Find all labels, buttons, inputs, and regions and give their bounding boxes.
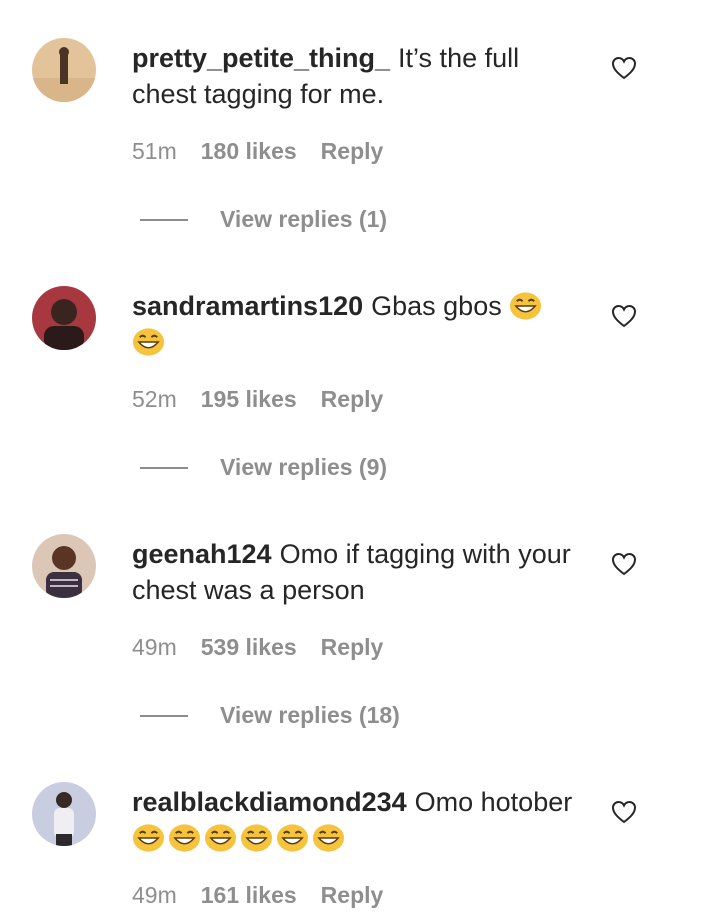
comment-time: 52m <box>132 386 177 412</box>
comment-meta: 49m 539 likes Reply <box>132 634 383 661</box>
avatar[interactable] <box>32 38 96 102</box>
avatar[interactable] <box>32 534 96 598</box>
divider-line <box>140 714 188 717</box>
grinning-face-icon <box>312 824 345 852</box>
comment-meta: 49m 161 likes Reply <box>132 882 383 909</box>
comment-username[interactable]: geenah124 <box>132 539 272 569</box>
view-replies-label: View replies (9) <box>220 454 388 480</box>
divider-line <box>140 218 188 221</box>
emoji-row <box>509 291 542 321</box>
grinning-face-icon <box>276 824 309 852</box>
heart-icon[interactable] <box>611 56 637 80</box>
grinning-face-icon <box>204 824 237 852</box>
grinning-face-icon <box>240 824 273 852</box>
divider-line <box>140 466 188 469</box>
comment-time: 49m <box>132 634 177 660</box>
comment-meta: 51m 180 likes Reply <box>132 138 383 165</box>
reply-button[interactable]: Reply <box>321 386 384 413</box>
grinning-face-icon <box>168 824 201 852</box>
likes-count[interactable]: 195 likes <box>201 386 297 413</box>
comment-time: 49m <box>132 882 177 908</box>
likes-count[interactable]: 180 likes <box>201 138 297 165</box>
comment-text: pretty_petite_thing_ It’s the full chest … <box>132 40 582 112</box>
comment-username[interactable]: pretty_petite_thing_ <box>132 43 390 73</box>
avatar[interactable] <box>32 782 96 846</box>
likes-count[interactable]: 161 likes <box>201 882 297 909</box>
view-replies-button[interactable]: View replies (1) <box>140 206 387 233</box>
view-replies-button[interactable]: View replies (18) <box>140 702 400 729</box>
emoji-row <box>132 327 165 357</box>
heart-icon[interactable] <box>611 552 637 576</box>
comment-text: sandramartins120 Gbas gbos <box>132 288 582 360</box>
comment-text: geenah124 Omo if tagging with your chest … <box>132 536 582 608</box>
comment-body: Omo hotober <box>414 787 573 817</box>
comment-username[interactable]: realblackdiamond234 <box>132 787 407 817</box>
emoji-row <box>132 823 345 853</box>
view-replies-label: View replies (1) <box>220 206 388 232</box>
likes-count[interactable]: 539 likes <box>201 634 297 661</box>
comment-time: 51m <box>132 138 177 164</box>
reply-button[interactable]: Reply <box>321 634 384 661</box>
heart-icon[interactable] <box>611 304 637 328</box>
grinning-face-icon <box>132 328 165 356</box>
grinning-face-icon <box>510 292 542 320</box>
grinning-face-icon <box>132 824 165 852</box>
avatar[interactable] <box>32 286 96 350</box>
comment-text: realblackdiamond234 Omo hotober <box>132 784 582 856</box>
view-replies-button[interactable]: View replies (9) <box>140 454 387 481</box>
heart-icon[interactable] <box>611 800 637 824</box>
view-replies-label: View replies (18) <box>220 702 400 728</box>
comment-meta: 52m 195 likes Reply <box>132 386 383 413</box>
reply-button[interactable]: Reply <box>321 882 384 909</box>
comment-username[interactable]: sandramartins120 <box>132 291 363 321</box>
reply-button[interactable]: Reply <box>321 138 384 165</box>
comment-body: Gbas gbos <box>371 291 502 321</box>
